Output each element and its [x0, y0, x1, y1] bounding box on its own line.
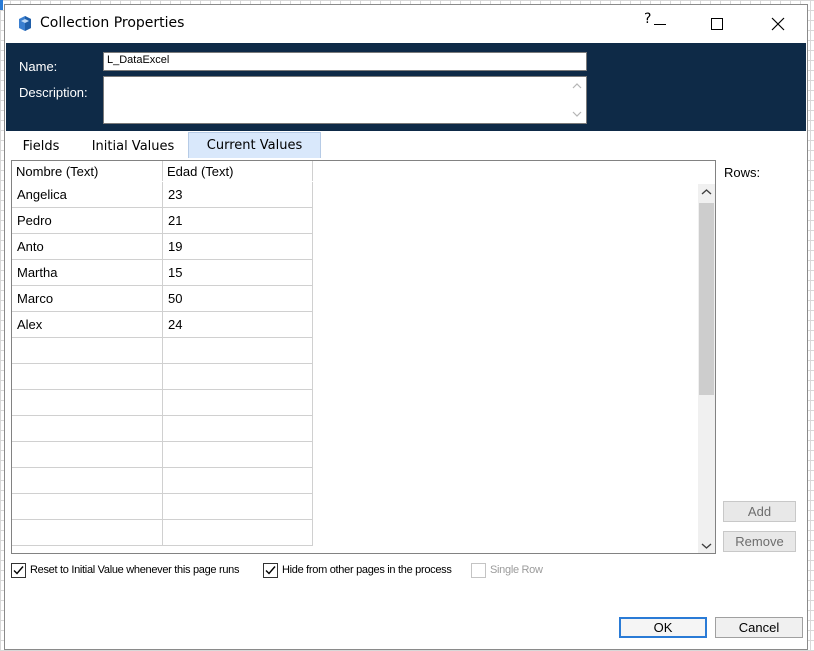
table-row[interactable]: Marco 50: [12, 286, 313, 312]
table-row[interactable]: [12, 520, 313, 546]
collection-properties-dialog: Collection Properties ? Name: L_DataExce…: [4, 4, 808, 650]
cell-nombre[interactable]: [12, 520, 163, 546]
cell-edad[interactable]: 15: [163, 260, 313, 286]
background-edge-marker: [0, 0, 3, 10]
cell-edad[interactable]: [163, 468, 313, 494]
cell-nombre[interactable]: Angelica: [12, 182, 163, 208]
table-row[interactable]: Angelica 23: [12, 182, 313, 208]
checkbox-box[interactable]: [263, 563, 278, 578]
cell-edad[interactable]: [163, 338, 313, 364]
checkmark-icon: [13, 566, 24, 575]
cell-nombre[interactable]: Pedro: [12, 208, 163, 234]
table-row[interactable]: [12, 494, 313, 520]
tab-fields[interactable]: Fields: [6, 136, 76, 158]
name-input[interactable]: L_DataExcel: [103, 52, 587, 71]
cell-nombre[interactable]: [12, 468, 163, 494]
reset-checkbox[interactable]: Reset to Initial Value whenever this pag…: [11, 562, 251, 580]
chevron-up-icon[interactable]: [698, 184, 715, 201]
remove-row-button[interactable]: Remove: [723, 531, 796, 552]
maximize-button[interactable]: [705, 11, 731, 37]
single-row-label: Single Row: [490, 564, 543, 576]
close-icon: [771, 17, 785, 31]
cell-nombre[interactable]: Anto: [12, 234, 163, 260]
chevron-up-icon: [572, 83, 582, 89]
cell-edad[interactable]: 23: [163, 182, 313, 208]
window-title: Collection Properties: [40, 15, 185, 31]
close-button[interactable]: [765, 11, 791, 37]
description-label: Description:: [19, 85, 88, 100]
table-row[interactable]: [12, 390, 313, 416]
minimize-icon: [654, 24, 666, 25]
table-row[interactable]: Anto 19: [12, 234, 313, 260]
values-grid[interactable]: Nombre (Text) Edad (Text) Angelica 23 Pedr…: [11, 160, 716, 554]
cell-nombre[interactable]: [12, 416, 163, 442]
cell-edad[interactable]: [163, 494, 313, 520]
grid-vertical-scrollbar[interactable]: [698, 184, 715, 554]
collection-icon: [16, 15, 34, 33]
table-row[interactable]: [12, 442, 313, 468]
cell-nombre[interactable]: [12, 390, 163, 416]
chevron-down-icon: [572, 111, 582, 117]
hide-checkbox[interactable]: Hide from other pages in the process: [263, 562, 463, 580]
cell-nombre[interactable]: Martha: [12, 260, 163, 286]
table-row[interactable]: Alex 24: [12, 312, 313, 338]
collection-header-panel: Name: L_DataExcel Description:: [6, 43, 806, 131]
cell-edad[interactable]: [163, 442, 313, 468]
cell-edad[interactable]: 21: [163, 208, 313, 234]
help-button[interactable]: ?: [642, 11, 672, 35]
column-header-edad[interactable]: Edad (Text): [163, 161, 313, 181]
add-row-button[interactable]: Add: [723, 501, 796, 522]
cell-edad[interactable]: 19: [163, 234, 313, 260]
table-row[interactable]: Pedro 21: [12, 208, 313, 234]
reset-label: Reset to Initial Value whenever this pag…: [30, 564, 240, 576]
grid-header: Nombre (Text) Edad (Text): [12, 161, 313, 181]
cell-edad[interactable]: [163, 520, 313, 546]
column-header-nombre[interactable]: Nombre (Text): [12, 161, 163, 181]
table-row[interactable]: [12, 364, 313, 390]
checkmark-icon: [265, 566, 276, 575]
name-label: Name:: [19, 59, 58, 74]
cell-edad[interactable]: [163, 364, 313, 390]
table-row[interactable]: [12, 468, 313, 494]
cell-nombre[interactable]: [12, 442, 163, 468]
cell-edad[interactable]: [163, 390, 313, 416]
cell-edad[interactable]: [163, 416, 313, 442]
cell-nombre[interactable]: [12, 364, 163, 390]
table-row[interactable]: [12, 338, 313, 364]
rows-label: Rows:: [724, 165, 761, 180]
description-input[interactable]: [103, 76, 587, 124]
checkbox-box[interactable]: [11, 563, 26, 578]
description-scrollbar[interactable]: [569, 77, 586, 123]
title-bar: Collection Properties ?: [5, 5, 807, 43]
cell-edad[interactable]: 50: [163, 286, 313, 312]
tab-current-values[interactable]: Current Values: [188, 132, 321, 158]
tab-strip: Fields Initial Values Current Values: [6, 132, 806, 158]
cancel-button[interactable]: Cancel: [715, 617, 803, 638]
ok-button[interactable]: OK: [619, 617, 707, 638]
cell-edad[interactable]: 24: [163, 312, 313, 338]
cell-nombre[interactable]: [12, 494, 163, 520]
single-row-checkbox[interactable]: Single Row: [471, 562, 561, 580]
options-row: Reset to Initial Value whenever this pag…: [11, 562, 571, 580]
help-label: ?: [644, 11, 652, 27]
cell-nombre[interactable]: Marco: [12, 286, 163, 312]
chevron-down-icon[interactable]: [698, 537, 715, 554]
checkbox-box[interactable]: [471, 563, 486, 578]
maximize-icon: [711, 18, 723, 30]
table-row[interactable]: [12, 416, 313, 442]
cell-nombre[interactable]: Alex: [12, 312, 163, 338]
scrollbar-thumb[interactable]: [699, 203, 714, 395]
tab-initial-values[interactable]: Initial Values: [78, 136, 188, 158]
hide-label: Hide from other pages in the process: [282, 564, 452, 576]
table-row[interactable]: Martha 15: [12, 260, 313, 286]
cell-nombre[interactable]: [12, 338, 163, 364]
grid-rows: Angelica 23 Pedro 21 Anto 19 Martha 15 Marco 50 Al…: [12, 182, 313, 546]
